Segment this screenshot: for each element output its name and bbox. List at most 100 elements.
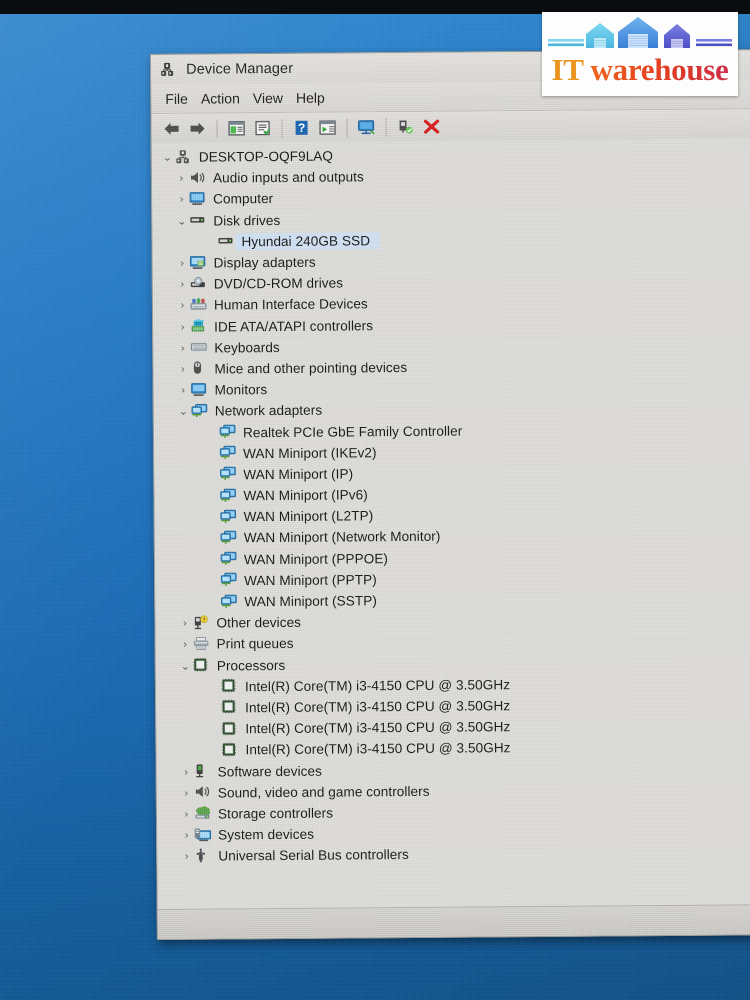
device-tree[interactable]: ⌄ DESKTOP-OQF9LAQ › Audio inputs and outp <box>151 138 750 909</box>
logo-text-it: IT <box>551 52 584 87</box>
network-adapter-icon <box>219 488 237 504</box>
ide-controller-icon <box>190 319 208 335</box>
enable-device-icon[interactable] <box>393 116 417 138</box>
tree-node[interactable]: › Universal Serial Bus controllers <box>157 841 750 867</box>
tree-node-label: Display adapters <box>213 254 316 271</box>
chevron-right-icon[interactable]: › <box>179 765 194 778</box>
tree-node-label: WAN Miniport (L2TP) <box>243 508 374 525</box>
usb-controller-icon <box>194 848 212 864</box>
toolbar-separator <box>281 118 283 138</box>
tree-node-label: WAN Miniport (SSTP) <box>244 593 377 610</box>
chevron-down-icon[interactable]: ⌄ <box>176 405 191 418</box>
chevron-right-icon[interactable]: › <box>175 278 190 291</box>
logo-houses <box>542 12 738 52</box>
toolbar-separator <box>385 117 387 137</box>
tree-node-label: WAN Miniport (PPTP) <box>244 572 377 589</box>
tree-root-label: DESKTOP-OQF9LAQ <box>198 148 334 165</box>
tree-node-list: › Audio inputs and outputs › Computer ⌄ Disk … <box>152 163 750 867</box>
tree-node-label: Hyundai 240GB SSD <box>235 232 380 251</box>
menu-view[interactable]: View <box>253 88 296 108</box>
network-adapter-icon <box>219 445 237 462</box>
tree-node-label: Intel(R) Core(TM) i3-4150 CPU @ 3.50GHz <box>244 676 511 695</box>
back-arrow-icon[interactable] <box>160 118 184 140</box>
chevron-right-icon[interactable]: › <box>175 363 190 376</box>
svg-text:?: ? <box>298 121 305 135</box>
monitor-photo: Device Manager File Action View Help ? ⌄… <box>0 0 750 1000</box>
menu-file[interactable]: File <box>163 89 201 109</box>
device-manager-icon <box>159 62 177 78</box>
storage-controller-icon <box>194 806 212 822</box>
speaker-icon <box>194 785 212 801</box>
network-adapter-icon <box>220 594 238 610</box>
chevron-right-icon[interactable]: › <box>179 850 194 863</box>
menu-action[interactable]: Action <box>201 88 253 108</box>
chevron-right-icon[interactable]: › <box>175 257 190 270</box>
chevron-right-icon[interactable]: › <box>178 638 193 651</box>
it-warehouse-logo: IT warehouse <box>542 12 738 96</box>
display-adapter-icon <box>189 255 208 271</box>
network-adapter-icon <box>220 509 238 525</box>
network-adapter-icon <box>219 467 237 483</box>
other-devices-icon: ? <box>192 615 210 631</box>
toolbar-separator <box>216 118 218 138</box>
chevron-right-icon[interactable]: › <box>175 299 190 312</box>
chevron-right-icon[interactable]: › <box>174 193 189 206</box>
computer-root-icon <box>175 149 193 165</box>
tree-node-label: Computer <box>213 191 274 207</box>
chevron-right-icon[interactable]: › <box>177 617 192 630</box>
processor-icon <box>221 721 239 737</box>
keyboard-icon <box>190 340 208 356</box>
show-hide-console-tree-icon[interactable] <box>225 117 249 139</box>
disk-drive-icon <box>217 234 235 250</box>
tree-node-label: DVD/CD-ROM drives <box>213 275 344 292</box>
uninstall-device-icon[interactable] <box>419 116 443 138</box>
tree-node-label: Realtek PCIe GbE Family Controller <box>242 423 463 440</box>
processor-icon <box>221 742 239 758</box>
tree-node-label: Processors <box>216 657 286 674</box>
tree-node-label: Other devices <box>216 615 302 631</box>
device-manager-window[interactable]: Device Manager File Action View Help ? ⌄… <box>150 49 750 940</box>
tree-node-label: Print queues <box>216 636 294 652</box>
forward-arrow-icon[interactable] <box>186 118 210 140</box>
tree-node-label: Sound, video and game controllers <box>217 783 430 801</box>
chevron-down-icon[interactable]: ⌄ <box>178 659 193 672</box>
network-adapter-icon <box>220 551 238 567</box>
chevron-down-icon[interactable]: ⌄ <box>174 214 189 227</box>
chevron-right-icon[interactable]: › <box>176 384 191 397</box>
processor-icon <box>193 658 211 674</box>
tree-node-label: WAN Miniport (IKEv2) <box>243 444 377 461</box>
network-adapter-icon <box>191 403 209 419</box>
update-driver-icon[interactable] <box>315 117 339 139</box>
chevron-right-icon[interactable]: › <box>175 320 190 333</box>
properties-icon[interactable] <box>250 117 274 139</box>
window-title: Device Manager <box>186 60 294 78</box>
speaker-icon <box>189 170 207 186</box>
monitor-icon <box>189 192 207 208</box>
network-adapter-icon <box>220 530 238 546</box>
tree-node-label: Human Interface Devices <box>213 296 368 313</box>
menu-help[interactable]: Help <box>296 88 338 108</box>
logo-text-warehouse: warehouse <box>583 52 729 87</box>
scan-for-hardware-changes-icon[interactable] <box>354 116 378 138</box>
tree-node-label: Monitors <box>214 382 268 398</box>
tree-node-label: Storage controllers <box>217 805 334 822</box>
chevron-right-icon[interactable]: › <box>175 342 190 355</box>
software-device-icon <box>194 764 212 780</box>
chevron-right-icon[interactable]: › <box>179 786 194 799</box>
tree-node-label: Intel(R) Core(TM) i3-4150 CPU @ 3.50GHz <box>245 719 511 737</box>
tree-node-label: IDE ATA/ATAPI controllers <box>214 317 374 335</box>
tree-node-label: Intel(R) Core(TM) i3-4150 CPU @ 3.50GHz <box>245 740 511 758</box>
tree-node-label: WAN Miniport (IPv6) <box>243 487 368 504</box>
tree-node-label: WAN Miniport (IP) <box>243 466 354 483</box>
chevron-down-icon[interactable]: ⌄ <box>160 151 175 164</box>
tree-node-label: Network adapters <box>214 403 323 419</box>
help-icon[interactable]: ? <box>289 117 313 139</box>
toolbar-separator <box>346 117 348 137</box>
chevron-right-icon[interactable]: › <box>174 172 189 185</box>
tree-node-label: Keyboards <box>214 339 280 356</box>
printer-icon <box>193 636 211 652</box>
chevron-right-icon[interactable]: › <box>179 808 194 821</box>
mouse-icon <box>190 361 208 377</box>
chevron-right-icon[interactable]: › <box>179 829 194 842</box>
tree-node-label: System devices <box>218 826 315 843</box>
